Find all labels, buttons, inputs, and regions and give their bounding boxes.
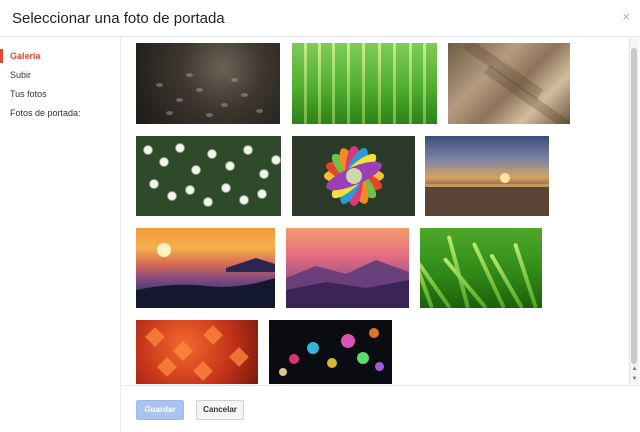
sidebar: Galería Subir Tus fotos Fotos de portada…	[0, 37, 121, 432]
sidebar-item-upload[interactable]: Subir	[10, 70, 31, 80]
cancel-button[interactable]: Cancelar	[196, 400, 244, 420]
lake-sunset-art	[425, 173, 549, 216]
mountains-art	[286, 260, 409, 308]
petals-art	[324, 146, 384, 206]
photo-maple-leaves[interactable]	[136, 320, 258, 384]
sidebar-item-gallery[interactable]: Galería	[10, 51, 41, 61]
photo-orange-sunset[interactable]	[136, 228, 275, 308]
sidebar-item-cover-photos[interactable]: Fotos de portada:	[10, 108, 81, 118]
orange-sunset-art	[136, 243, 275, 308]
photo-rain-drops[interactable]	[136, 43, 280, 124]
photo-lake-sunset[interactable]	[425, 136, 549, 216]
footer-divider	[122, 385, 640, 386]
active-indicator	[0, 49, 3, 63]
cover-photo-dialog: Seleccionar una foto de portada × Galerí…	[0, 0, 640, 432]
photo-bokeh-lights[interactable]	[269, 320, 392, 384]
photo-green-stems[interactable]	[292, 43, 437, 124]
sidebar-item-your-photos[interactable]: Tus fotos	[10, 89, 47, 99]
scrollbar-thumb[interactable]	[631, 48, 637, 364]
dialog-title: Seleccionar una foto de portada	[12, 10, 225, 27]
photo-folded-paper[interactable]	[448, 43, 570, 124]
photo-color-petals[interactable]	[292, 136, 415, 216]
photo-green-grass[interactable]	[420, 228, 542, 308]
scroll-down-icon[interactable]: ▼	[630, 376, 639, 382]
save-button[interactable]: Guardar	[136, 400, 184, 420]
gallery-grid	[122, 37, 628, 384]
photo-white-flowers[interactable]	[136, 136, 281, 216]
photo-purple-mountains[interactable]	[286, 228, 409, 308]
scroll-up-icon[interactable]: ▲	[630, 366, 639, 372]
close-icon[interactable]: ×	[622, 9, 630, 24]
